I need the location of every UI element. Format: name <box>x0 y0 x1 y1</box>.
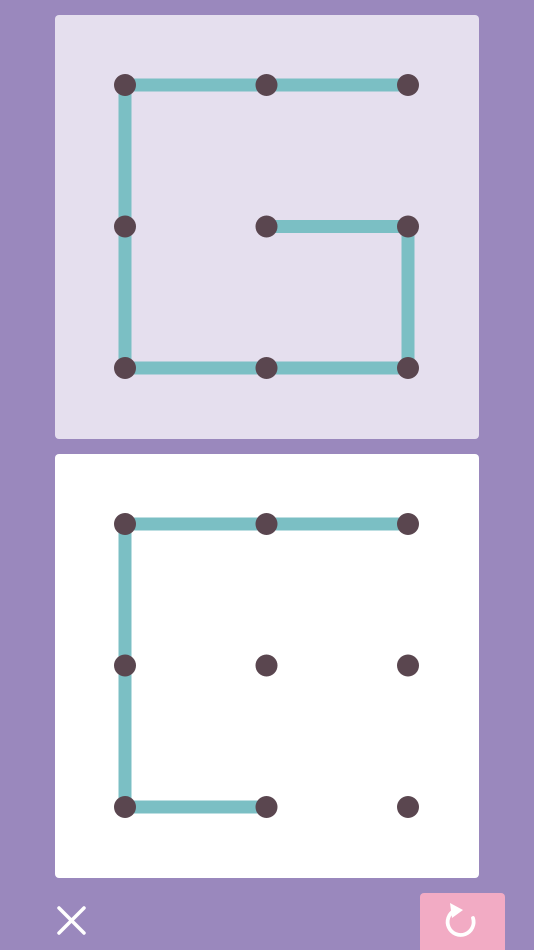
grid-dot-r1-c0 <box>114 215 136 238</box>
grid-dot-r2-c0[interactable] <box>114 796 136 818</box>
target-pattern-panel <box>55 15 479 439</box>
grid-dot-r0-c2[interactable] <box>397 513 419 535</box>
grid-dot-r2-c1[interactable] <box>255 796 278 818</box>
close-button[interactable] <box>52 900 92 940</box>
grid-dot-r2-c1 <box>255 357 278 379</box>
grid-dot-r1-c2 <box>397 215 419 238</box>
grid-dot-r0-c0[interactable] <box>114 513 136 535</box>
target-pattern-board <box>114 74 419 379</box>
grid-dot-r1-c2[interactable] <box>397 654 419 677</box>
grid-dot-r2-c2[interactable] <box>397 796 419 818</box>
grid-dot-r0-c0 <box>114 74 136 96</box>
reset-button[interactable] <box>420 893 505 950</box>
grid-dot-r0-c2 <box>397 74 419 96</box>
grid-dot-r1-c0[interactable] <box>114 654 136 677</box>
drawing-board[interactable] <box>55 454 479 878</box>
reset-icon <box>445 903 476 937</box>
drawing-board-panel[interactable] <box>55 454 479 878</box>
grid-dot-r2-c0 <box>114 357 136 379</box>
close-icon <box>57 906 86 935</box>
grid-dot-r1-c1 <box>255 215 278 238</box>
grid-dot-r0-c1 <box>255 74 278 96</box>
grid-dot-r2-c2 <box>397 357 419 379</box>
grid-dot-r0-c1[interactable] <box>255 513 278 535</box>
grid-dot-r1-c1[interactable] <box>255 654 278 677</box>
